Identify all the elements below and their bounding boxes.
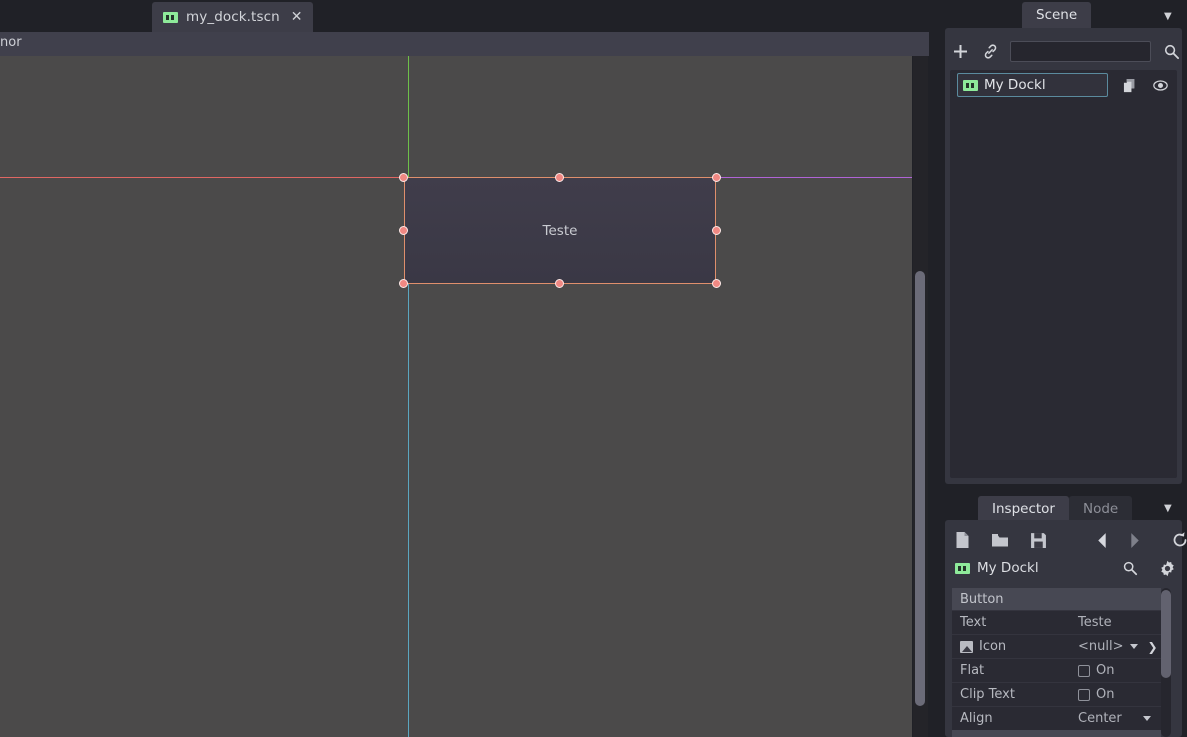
guide-horizontal-red [0,177,408,178]
resize-handle-bottom-right[interactable] [711,279,721,288]
guide-horizontal-purple [716,177,912,178]
scene-dock-toolbar [950,36,1181,66]
property-section-button[interactable]: Button [952,588,1161,610]
property-row-icon[interactable]: Icon <null> ❯ [952,634,1161,658]
node2d-control-icon [163,11,178,23]
save-icon[interactable] [1028,530,1048,550]
property-value-icon-text: <null> [1078,639,1124,654]
selected-button-control[interactable]: Teste [404,177,716,284]
property-value-align-text: Center [1078,711,1122,726]
node-rename-input[interactable]: My Dockl [957,73,1108,97]
property-value-clip-text[interactable]: On [1078,687,1161,702]
property-value-clip-text-text: On [1096,687,1115,702]
eye-icon[interactable] [1150,75,1170,95]
property-label-text: Text [960,615,987,630]
new-file-icon[interactable] [952,530,972,550]
resize-handle-middle-right[interactable] [711,226,721,235]
godot-editor-window: my_dock.tscn ✕ nor Teste Scene ▼ My Dock… [0,0,1187,737]
editor-menu-strip: nor [0,32,929,56]
inspector-dock-tabrow: Inspector Node [978,494,1138,522]
property-label-icon: Icon [960,639,1078,654]
close-icon[interactable]: ✕ [291,10,303,24]
scene-search-input[interactable] [1010,40,1151,62]
property-label-icon-text: Icon [979,639,1007,654]
property-value-text[interactable]: Teste [1078,615,1161,630]
chevron-right-icon[interactable]: ❯ [1148,641,1158,653]
inspector-toolbar [952,528,1187,552]
property-value-flat[interactable]: On [1078,663,1161,678]
search-icon[interactable] [1161,41,1181,61]
scene-dock-tabrow: Scene [1022,0,1092,28]
property-row-align[interactable]: Align Center [952,706,1161,730]
viewport-canvas[interactable]: Teste [0,56,912,737]
scene-tree-row-my-dockl[interactable]: My Dockl [957,73,1170,97]
scene-dock-menu-arrow[interactable]: ▼ [1164,12,1172,22]
property-label-align: Align [960,711,993,726]
property-value-flat-text: On [1096,663,1115,678]
property-value-icon[interactable]: <null> ❯ [1078,639,1161,654]
property-row-flat[interactable]: Flat On [952,658,1161,682]
inspector-property-list: Button Text Teste Icon <null> ❯ Flat On [952,588,1161,730]
script-icon[interactable] [1120,75,1140,95]
property-row-text[interactable]: Text Teste [952,610,1161,634]
inspector-scrollbar-thumb[interactable] [1161,590,1171,678]
resize-handle-bottom-left[interactable] [399,279,408,288]
gear-icon[interactable] [1157,558,1177,578]
arrow-right-icon[interactable] [1124,530,1144,550]
scene-tab-my-dock[interactable]: my_dock.tscn ✕ [152,2,313,32]
scene-tab-label: my_dock.tscn [186,9,280,25]
property-value-align[interactable]: Center [1078,711,1161,726]
inspector-object-header: My Dockl [955,557,1177,579]
property-section-partial [952,730,1161,737]
scene-tree-row-icons [1120,75,1170,95]
resize-handle-middle-left[interactable] [399,226,408,235]
control-node-icon [955,562,970,574]
menu-strip-label: nor [0,35,22,50]
resize-handle-top-right[interactable] [711,172,721,182]
link-icon[interactable] [980,41,1000,61]
search-icon[interactable] [1120,558,1140,578]
button-control-label: Teste [542,222,578,239]
node-name-text: My Dockl [984,77,1046,93]
history-icon[interactable] [1170,530,1187,550]
inspector-object-name: My Dockl [977,560,1039,576]
resize-handle-top-left[interactable] [399,172,408,182]
viewport-scrollbar-thumb[interactable] [915,271,925,706]
control-node-icon [963,79,978,91]
property-row-clip-text[interactable]: Clip Text On [952,682,1161,706]
folder-open-icon[interactable] [990,530,1010,550]
resize-handle-top-center[interactable] [555,172,564,182]
tab-inspector[interactable]: Inspector [978,496,1069,522]
property-label-flat: Flat [960,663,985,678]
checkbox-flat[interactable] [1078,664,1090,677]
chevron-down-icon[interactable] [1129,644,1138,649]
guide-vertical-green [408,56,409,178]
property-label-clip-text: Clip Text [960,687,1015,702]
arrow-left-icon[interactable] [1092,530,1112,550]
resize-handle-bottom-center[interactable] [555,279,564,288]
chevron-down-icon[interactable] [1143,716,1151,721]
tab-node[interactable]: Node [1068,496,1133,522]
scene-tab-bar: my_dock.tscn ✕ [0,0,945,32]
scene-tree[interactable]: My Dockl [950,70,1177,478]
checkbox-clip-text[interactable] [1078,688,1090,701]
tab-scene[interactable]: Scene [1022,2,1092,28]
add-node-icon[interactable] [950,41,970,61]
inspector-dock-menu-arrow[interactable]: ▼ [1164,504,1172,514]
texture-icon [960,640,973,653]
